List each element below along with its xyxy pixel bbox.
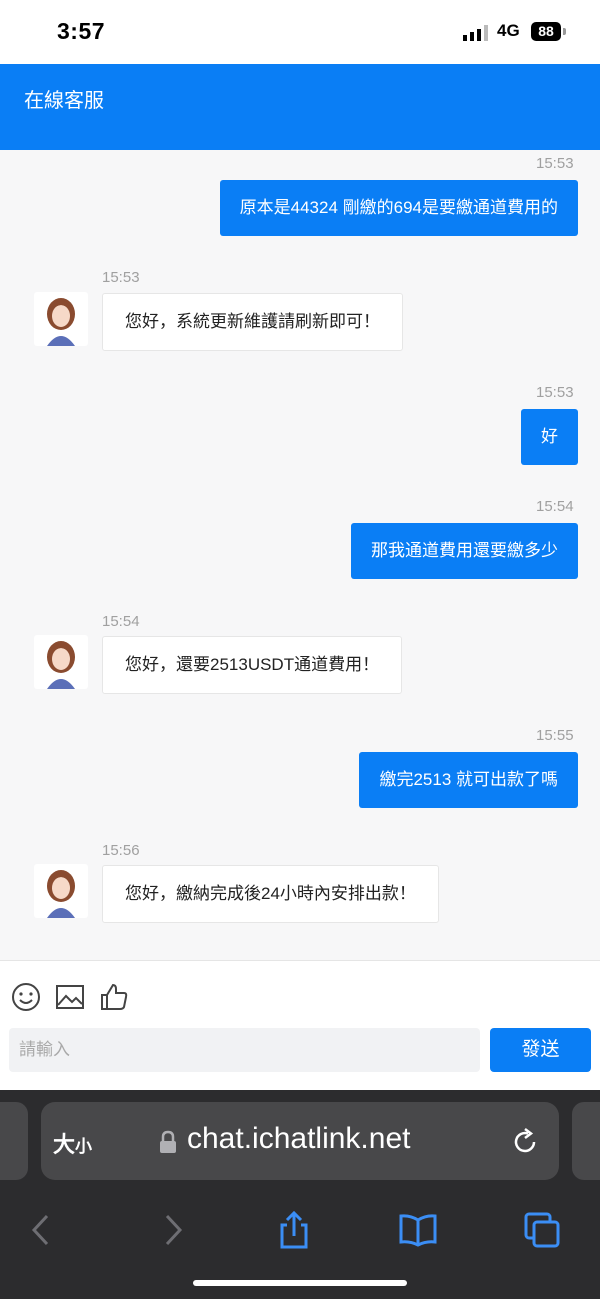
signal-icon	[463, 25, 488, 41]
message-outgoing: 好	[521, 409, 578, 465]
address-bar[interactable]: 大小 chat.ichatlink.net	[41, 1102, 559, 1180]
browser-toolbar: 大小 chat.ichatlink.net	[0, 1090, 600, 1299]
chat-header: 在線客服	[0, 64, 600, 150]
message-outgoing: 那我通道費用還要繳多少	[351, 523, 578, 579]
text-size-button[interactable]: 大小	[53, 1127, 92, 1159]
message-incoming: 您好，繳納完成後24小時內安排出款！	[102, 865, 439, 923]
input-area: 發送	[0, 960, 600, 1091]
message-outgoing: 繳完2513 就可出款了嗎	[359, 752, 578, 808]
next-tab-preview[interactable]	[572, 1102, 600, 1180]
status-time: 3:57	[57, 18, 106, 44]
agent-avatar	[34, 635, 88, 689]
message-input-box[interactable]	[9, 1028, 480, 1072]
url-text: chat.ichatlink.net	[187, 1122, 411, 1155]
battery-level: 88	[531, 22, 561, 41]
agent-avatar	[34, 864, 88, 918]
image-icon[interactable]	[54, 981, 86, 1013]
bookmarks-icon[interactable]	[398, 1210, 438, 1250]
network-type: 4G	[497, 21, 520, 40]
back-icon[interactable]	[22, 1210, 62, 1250]
reload-icon[interactable]	[509, 1126, 541, 1158]
message-time: 15:54	[536, 498, 574, 515]
message-incoming: 您好，還要2513USDT通道費用！	[102, 636, 403, 694]
text-size-big: 大	[53, 1132, 76, 1157]
tabs-icon[interactable]	[522, 1210, 562, 1250]
share-icon[interactable]	[274, 1210, 314, 1250]
message-time: 15:56	[102, 842, 140, 859]
home-indicator	[193, 1280, 407, 1286]
forward-icon[interactable]	[152, 1210, 192, 1250]
page-title: 在線客服	[24, 90, 104, 112]
text-size-small: 小	[75, 1137, 93, 1156]
message-outgoing: 原本是44324 剛繳的694是要繳通道費用的	[219, 180, 578, 236]
status-bar: 3:57 4G 88	[0, 0, 600, 64]
previous-tab-preview[interactable]	[0, 1102, 28, 1180]
message-time: 15:53	[102, 269, 140, 286]
agent-avatar	[34, 292, 88, 346]
message-incoming: 您好，系統更新維護請刷新即可！	[102, 293, 403, 351]
chat-area[interactable]: 15:53 原本是44324 剛繳的694是要繳通道費用的 15:53 您好，系…	[0, 150, 600, 960]
emoji-icon[interactable]	[10, 981, 42, 1013]
message-time: 15:55	[536, 727, 574, 744]
message-time: 15:54	[102, 613, 140, 630]
thumbs-up-icon[interactable]	[98, 981, 130, 1013]
message-time: 15:53	[536, 155, 574, 172]
lock-icon	[160, 1130, 176, 1153]
message-input[interactable]	[9, 1028, 469, 1072]
battery-tip	[563, 28, 566, 35]
send-button[interactable]: 發送	[490, 1028, 591, 1072]
message-time: 15:53	[536, 384, 574, 401]
